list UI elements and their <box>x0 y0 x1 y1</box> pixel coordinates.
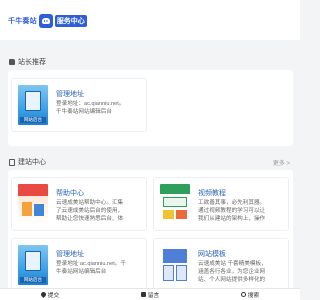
center-panel: 帮助中心 云速成美站帮助中心。汇集了云速成美站后台的使用，帮助让您快速熟悉后台、… <box>8 170 293 292</box>
nav-label: 搜索 <box>247 293 260 299</box>
card-desc: 登录地址 ac.qianniu.net。千牛奏站网站编辑后台 <box>56 261 126 275</box>
card-desc: 登录地址：ac.qianniu.net。千牛奏站网站编辑后台 <box>56 101 125 115</box>
nav-search[interactable]: 搜索 <box>240 290 260 299</box>
document-icon <box>9 158 15 166</box>
card-desc: 云速成美站 千套精美模板，涵盖各行各业，为您企业网站、个人网站提供多样化的选择 <box>198 261 267 283</box>
card-help-center[interactable]: 帮助中心 云速成美站帮助中心。汇集了云速成美站后台的使用，帮助让您快速熟悉后台、… <box>11 177 147 231</box>
thumbs-up-icon <box>9 59 15 65</box>
card-desc: 云速成美站帮助中心。汇集了云速成美站后台的使用，帮助让您快速熟悉后台、体验讲 <box>56 200 124 222</box>
featured-card-manage[interactable]: 网站后台 管理地址 登录地址：ac.qianniu.net。千牛奏站网站编辑后台 <box>11 78 147 132</box>
card-title[interactable]: 视频教程 <box>198 188 226 198</box>
bottom-nav: 提交 留言 搜索 <box>0 288 300 300</box>
nav-label: 提交 <box>47 293 60 299</box>
backend-thumbnail: 网站后台 <box>18 245 48 285</box>
card-manage-address[interactable]: 网站后台 管理地址 登录地址 ac.qianniu.net。千牛奏站网站编辑后台 <box>11 238 147 292</box>
template-thumbnail <box>160 245 190 285</box>
thumbnail-label: 网站后台 <box>20 277 46 283</box>
center-title-text: 建站中心 <box>18 159 46 166</box>
robot-logo-icon <box>38 14 53 28</box>
nav-message[interactable]: 留言 <box>140 290 160 299</box>
card-title[interactable]: 网站模板 <box>198 249 226 259</box>
card-video-tutorial[interactable]: 视频教程 工欲善其事，必先利其器。通过视频教程的学习可以让我们从建站的架构上，操… <box>153 177 289 231</box>
center-section-title: 建站中心 <box>9 157 46 167</box>
card-title[interactable]: 帮助中心 <box>56 188 84 198</box>
more-link[interactable]: 更多 > <box>273 158 290 167</box>
location-pin-icon <box>39 290 47 299</box>
featured-section-title: 站长推荐 <box>9 57 46 67</box>
chat-icon <box>140 292 146 297</box>
site-logo[interactable]: 千牛奏站 服务中心 <box>8 11 87 31</box>
card-title[interactable]: 管理地址 <box>56 89 84 99</box>
card-title[interactable]: 管理地址 <box>56 249 84 259</box>
thumbnail-label: 网站后台 <box>20 117 46 123</box>
backend-thumbnail: 网站后台 <box>18 85 48 125</box>
video-thumbnail <box>160 184 190 224</box>
nav-label: 留言 <box>147 293 160 299</box>
featured-panel: 网站后台 管理地址 登录地址：ac.qianniu.net。千牛奏站网站编辑后台 <box>8 70 293 146</box>
header: 千牛奏站 服务中心 <box>0 0 300 40</box>
card-site-templates[interactable]: 网站模板 云速成美站 千套精美模板，涵盖各行各业，为您企业网站、个人网站提供多样… <box>153 238 289 292</box>
logo-text-left: 千牛奏站 <box>8 18 37 25</box>
logo-text-right: 服务中心 <box>54 15 87 27</box>
card-desc: 工欲善其事，必先利其器。通过视频教程的学习可以让我们从建站的架构上，操作逻辑等 <box>198 200 266 222</box>
nav-submit[interactable]: 提交 <box>39 290 60 299</box>
featured-title-text: 站长推荐 <box>18 59 46 66</box>
search-icon <box>240 292 246 297</box>
help-thumbnail <box>18 184 48 224</box>
